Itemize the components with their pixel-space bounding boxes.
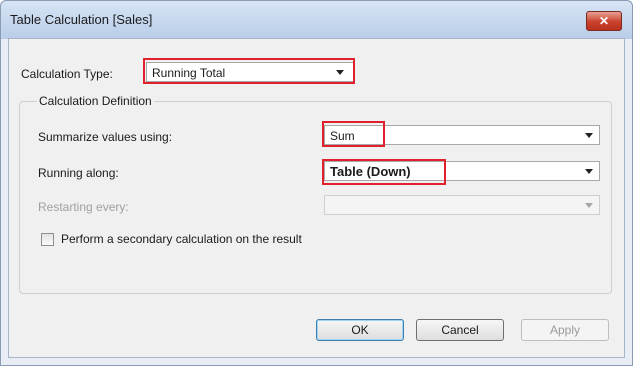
cancel-button[interactable]: Cancel [416,319,504,341]
calculation-type-value: Running Total [152,66,226,80]
close-icon: ✕ [598,14,610,28]
secondary-calculation-checkbox[interactable] [41,233,54,246]
close-button[interactable]: ✕ [586,11,622,31]
chevron-down-icon [585,169,593,174]
calculation-definition-title: Calculation Definition [37,94,154,108]
secondary-calculation-label[interactable]: Perform a secondary calculation on the r… [61,232,302,246]
apply-button[interactable]: Apply [521,319,609,341]
running-along-select[interactable]: Table (Down) [324,161,600,181]
chevron-down-icon [336,70,344,75]
summarize-value: Sum [330,129,355,143]
restarting-every-label: Restarting every: [38,200,129,214]
chevron-down-icon [585,133,593,138]
ok-button[interactable]: OK [316,319,404,341]
dialog-title: Table Calculation [Sales] [10,12,153,27]
cancel-button-label: Cancel [441,323,479,337]
summarize-label: Summarize values using: [38,130,173,144]
running-along-label: Running along: [38,166,119,180]
running-along-value: Table (Down) [330,164,411,179]
chevron-down-icon [585,203,593,208]
title-bar[interactable]: Table Calculation [Sales] ✕ [1,1,632,39]
restarting-every-select [324,195,600,215]
calculation-type-label: Calculation Type: [21,67,113,81]
ok-button-label: OK [351,323,369,337]
summarize-select[interactable]: Sum [324,125,600,145]
calculation-type-select[interactable]: Running Total [146,62,354,82]
apply-button-label: Apply [549,323,581,337]
